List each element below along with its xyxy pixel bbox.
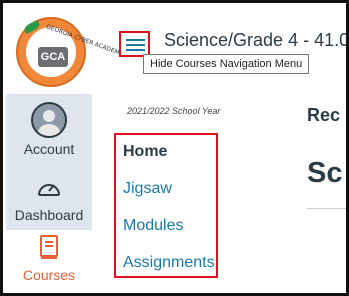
dashboard-gauge-icon (38, 184, 60, 196)
courses-nav-item[interactable]: Courses (6, 230, 92, 293)
courses-label: Courses (22, 267, 76, 283)
course-nav-modules[interactable]: Modules (123, 217, 183, 235)
screenshot-frame: GEORGIA CYBER ACADEMY GCA Account Dashbo… (0, 0, 349, 296)
page-title: Sc (307, 157, 343, 189)
dashboard-label: Dashboard (14, 207, 84, 223)
global-navigation: GEORGIA CYBER ACADEMY GCA Account Dashbo… (6, 6, 124, 293)
school-year-label: 2021/2022 School Year (127, 106, 221, 116)
menu-tooltip: Hide Courses Navigation Menu (143, 54, 310, 74)
course-title[interactable]: Science/Grade 4 - 41.0 (164, 30, 346, 51)
dashboard-nav-item[interactable]: Dashboard (6, 170, 92, 223)
recent-activity-heading: Rec (307, 105, 341, 125)
course-nav-jigsaw[interactable]: Jigsaw (123, 180, 172, 198)
course-navigation-menu: Home Jigsaw Modules Assignments (114, 133, 218, 278)
logo-abbreviation: GCA (38, 47, 68, 67)
courses-book-icon (40, 235, 58, 259)
account-nav-item[interactable]: Account (6, 98, 92, 157)
gca-logo: GEORGIA CYBER ACADEMY GCA (16, 17, 124, 87)
content-divider (307, 208, 346, 209)
account-label: Account (23, 141, 75, 157)
course-nav-assignments[interactable]: Assignments (123, 254, 215, 272)
course-nav-home[interactable]: Home (123, 143, 167, 161)
institution-logo[interactable]: GEORGIA CYBER ACADEMY GCA (6, 6, 124, 94)
header-divider (121, 89, 346, 91)
avatar-icon (31, 102, 67, 138)
